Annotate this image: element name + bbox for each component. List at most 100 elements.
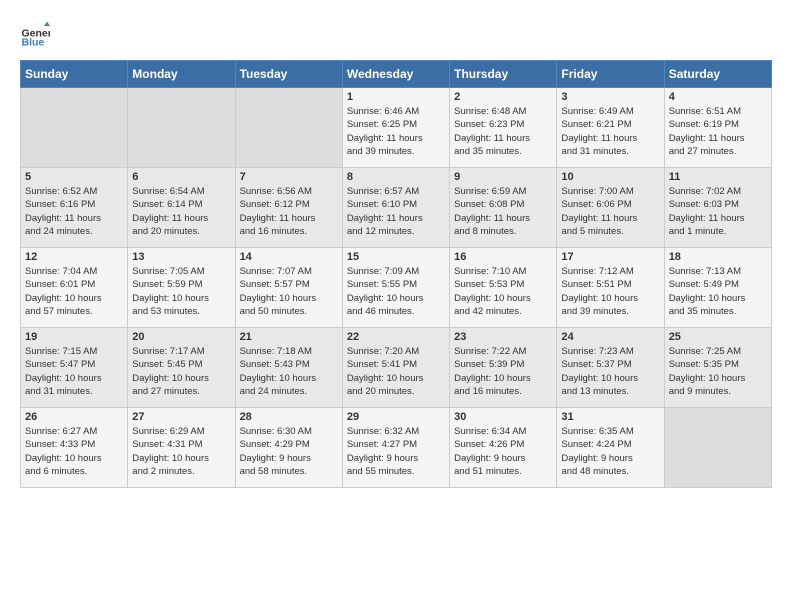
- calendar-cell: 10Sunrise: 7:00 AM Sunset: 6:06 PM Dayli…: [557, 168, 664, 248]
- day-number: 26: [25, 411, 123, 423]
- calendar-cell: 2 Sunrise: 6:48 AM Sunset: 6:23 PM Daylig…: [450, 88, 557, 168]
- day-info: Sunrise: 6:34 AM Sunset: 4:26 PM Dayligh…: [454, 425, 552, 478]
- day-number: 31: [561, 411, 659, 423]
- day-number: 2: [454, 91, 552, 103]
- day-info: Sunrise: 7:05 AM Sunset: 5:59 PM Dayligh…: [132, 265, 230, 318]
- day-info: Sunrise: 7:13 AM Sunset: 5:49 PM Dayligh…: [669, 265, 767, 318]
- day-number: 4: [669, 91, 767, 103]
- calendar-cell: 9 Sunrise: 6:59 AM Sunset: 6:08 PM Daylig…: [450, 168, 557, 248]
- day-info: Sunrise: 7:12 AM Sunset: 5:51 PM Dayligh…: [561, 265, 659, 318]
- day-number: 29: [347, 411, 445, 423]
- weekday-header: Sunday: [21, 61, 128, 88]
- day-info: Sunrise: 6:52 AM Sunset: 6:16 PM Dayligh…: [25, 185, 123, 238]
- day-number: 28: [240, 411, 338, 423]
- calendar-cell: 5 Sunrise: 6:52 AM Sunset: 6:16 PM Daylig…: [21, 168, 128, 248]
- calendar-cell: 3Sunrise: 6:49 AM Sunset: 6:21 PM Daylig…: [557, 88, 664, 168]
- day-info: Sunrise: 7:25 AM Sunset: 5:35 PM Dayligh…: [669, 345, 767, 398]
- day-number: 5: [25, 171, 123, 183]
- day-info: Sunrise: 6:59 AM Sunset: 6:08 PM Dayligh…: [454, 185, 552, 238]
- day-number: 18: [669, 251, 767, 263]
- calendar-cell: 31 Sunrise: 6:35 AM Sunset: 4:24 PM Dayli…: [557, 408, 664, 488]
- calendar-cell: 16 Sunrise: 7:10 AM Sunset: 5:53 PM Dayli…: [450, 248, 557, 328]
- svg-text:Blue: Blue: [22, 37, 45, 49]
- day-number: 6: [132, 171, 230, 183]
- day-info: Sunrise: 6:56 AM Sunset: 6:12 PM Dayligh…: [240, 185, 338, 238]
- day-info: Sunrise: 6:27 AM Sunset: 4:33 PM Dayligh…: [25, 425, 123, 478]
- calendar-cell: 17 Sunrise: 7:12 AM Sunset: 5:51 PM Dayli…: [557, 248, 664, 328]
- day-number: 17: [561, 251, 659, 263]
- day-number: 15: [347, 251, 445, 263]
- day-number: 9: [454, 171, 552, 183]
- calendar-cell: 13 Sunrise: 7:05 AM Sunset: 5:59 PM Dayli…: [128, 248, 235, 328]
- calendar-cell: 27Sunrise: 6:29 AM Sunset: 4:31 PM Dayli…: [128, 408, 235, 488]
- day-info: Sunrise: 7:22 AM Sunset: 5:39 PM Dayligh…: [454, 345, 552, 398]
- day-info: Sunrise: 6:30 AM Sunset: 4:29 PM Dayligh…: [240, 425, 338, 478]
- day-info: Sunrise: 6:54 AM Sunset: 6:14 PM Dayligh…: [132, 185, 230, 238]
- day-number: 30: [454, 411, 552, 423]
- calendar-cell: 7 Sunrise: 6:56 AM Sunset: 6:12 PM Daylig…: [235, 168, 342, 248]
- weekday-header: Wednesday: [342, 61, 449, 88]
- page-header: General Blue: [20, 20, 772, 50]
- day-info: Sunrise: 7:20 AM Sunset: 5:41 PM Dayligh…: [347, 345, 445, 398]
- day-number: 11: [669, 171, 767, 183]
- day-number: 12: [25, 251, 123, 263]
- day-info: Sunrise: 7:23 AM Sunset: 5:37 PM Dayligh…: [561, 345, 659, 398]
- day-info: Sunrise: 6:32 AM Sunset: 4:27 PM Dayligh…: [347, 425, 445, 478]
- day-info: Sunrise: 6:46 AM Sunset: 6:25 PM Dayligh…: [347, 105, 445, 158]
- day-info: Sunrise: 7:10 AM Sunset: 5:53 PM Dayligh…: [454, 265, 552, 318]
- calendar-cell: [235, 88, 342, 168]
- calendar-cell: 28 Sunrise: 6:30 AM Sunset: 4:29 PM Dayli…: [235, 408, 342, 488]
- calendar-cell: 15Sunrise: 7:09 AM Sunset: 5:55 PM Dayli…: [342, 248, 449, 328]
- day-info: Sunrise: 6:48 AM Sunset: 6:23 PM Dayligh…: [454, 105, 552, 158]
- weekday-header: Monday: [128, 61, 235, 88]
- calendar-cell: 25 Sunrise: 7:25 AM Sunset: 5:35 PM Dayli…: [664, 328, 771, 408]
- day-number: 1: [347, 91, 445, 103]
- day-info: Sunrise: 7:07 AM Sunset: 5:57 PM Dayligh…: [240, 265, 338, 318]
- day-number: 23: [454, 331, 552, 343]
- day-number: 20: [132, 331, 230, 343]
- day-info: Sunrise: 7:15 AM Sunset: 5:47 PM Dayligh…: [25, 345, 123, 398]
- weekday-header: Friday: [557, 61, 664, 88]
- day-info: Sunrise: 7:00 AM Sunset: 6:06 PM Dayligh…: [561, 185, 659, 238]
- day-number: 8: [347, 171, 445, 183]
- day-info: Sunrise: 7:02 AM Sunset: 6:03 PM Dayligh…: [669, 185, 767, 238]
- logo: General Blue: [20, 20, 54, 50]
- calendar-cell: 30 Sunrise: 6:34 AM Sunset: 4:26 PM Dayli…: [450, 408, 557, 488]
- day-number: 21: [240, 331, 338, 343]
- calendar-cell: 21 Sunrise: 7:18 AM Sunset: 5:43 PM Dayli…: [235, 328, 342, 408]
- day-number: 22: [347, 331, 445, 343]
- calendar-cell: 29 Sunrise: 6:32 AM Sunset: 4:27 PM Dayli…: [342, 408, 449, 488]
- day-number: 7: [240, 171, 338, 183]
- calendar-cell: 20 Sunrise: 7:17 AM Sunset: 5:45 PM Dayli…: [128, 328, 235, 408]
- calendar-cell: 24 Sunrise: 7:23 AM Sunset: 5:37 PM Dayli…: [557, 328, 664, 408]
- calendar-cell: 4 Sunrise: 6:51 AM Sunset: 6:19 PM Daylig…: [664, 88, 771, 168]
- calendar-cell: 11 Sunrise: 7:02 AM Sunset: 6:03 PM Dayli…: [664, 168, 771, 248]
- day-info: Sunrise: 7:18 AM Sunset: 5:43 PM Dayligh…: [240, 345, 338, 398]
- calendar-cell: 6 Sunrise: 6:54 AM Sunset: 6:14 PM Daylig…: [128, 168, 235, 248]
- calendar-cell: 1 Sunrise: 6:46 AM Sunset: 6:25 PM Daylig…: [342, 88, 449, 168]
- calendar-cell: 18 Sunrise: 7:13 AM Sunset: 5:49 PM Dayli…: [664, 248, 771, 328]
- day-info: Sunrise: 7:04 AM Sunset: 6:01 PM Dayligh…: [25, 265, 123, 318]
- day-number: 19: [25, 331, 123, 343]
- calendar-cell: 26 Sunrise: 6:27 AM Sunset: 4:33 PM Dayli…: [21, 408, 128, 488]
- day-number: 25: [669, 331, 767, 343]
- day-number: 24: [561, 331, 659, 343]
- calendar-cell: 19 Sunrise: 7:15 AM Sunset: 5:47 PM Dayli…: [21, 328, 128, 408]
- calendar-cell: 23 Sunrise: 7:22 AM Sunset: 5:39 PM Dayli…: [450, 328, 557, 408]
- day-number: 16: [454, 251, 552, 263]
- calendar-cell: 14 Sunrise: 7:07 AM Sunset: 5:57 PM Dayli…: [235, 248, 342, 328]
- day-info: Sunrise: 7:17 AM Sunset: 5:45 PM Dayligh…: [132, 345, 230, 398]
- day-number: 14: [240, 251, 338, 263]
- day-number: 13: [132, 251, 230, 263]
- weekday-header: Tuesday: [235, 61, 342, 88]
- logo-icon: General Blue: [20, 20, 50, 50]
- weekday-header: Saturday: [664, 61, 771, 88]
- calendar-cell: [664, 408, 771, 488]
- day-info: Sunrise: 6:51 AM Sunset: 6:19 PM Dayligh…: [669, 105, 767, 158]
- day-info: Sunrise: 6:49 AM Sunset: 6:21 PM Dayligh…: [561, 105, 659, 158]
- day-info: Sunrise: 6:35 AM Sunset: 4:24 PM Dayligh…: [561, 425, 659, 478]
- calendar-table: SundayMondayTuesdayWednesdayThursdayFrid…: [20, 60, 772, 488]
- calendar-cell: 22 Sunrise: 7:20 AM Sunset: 5:41 PM Dayli…: [342, 328, 449, 408]
- day-info: Sunrise: 6:57 AM Sunset: 6:10 PM Dayligh…: [347, 185, 445, 238]
- calendar-cell: 12 Sunrise: 7:04 AM Sunset: 6:01 PM Dayli…: [21, 248, 128, 328]
